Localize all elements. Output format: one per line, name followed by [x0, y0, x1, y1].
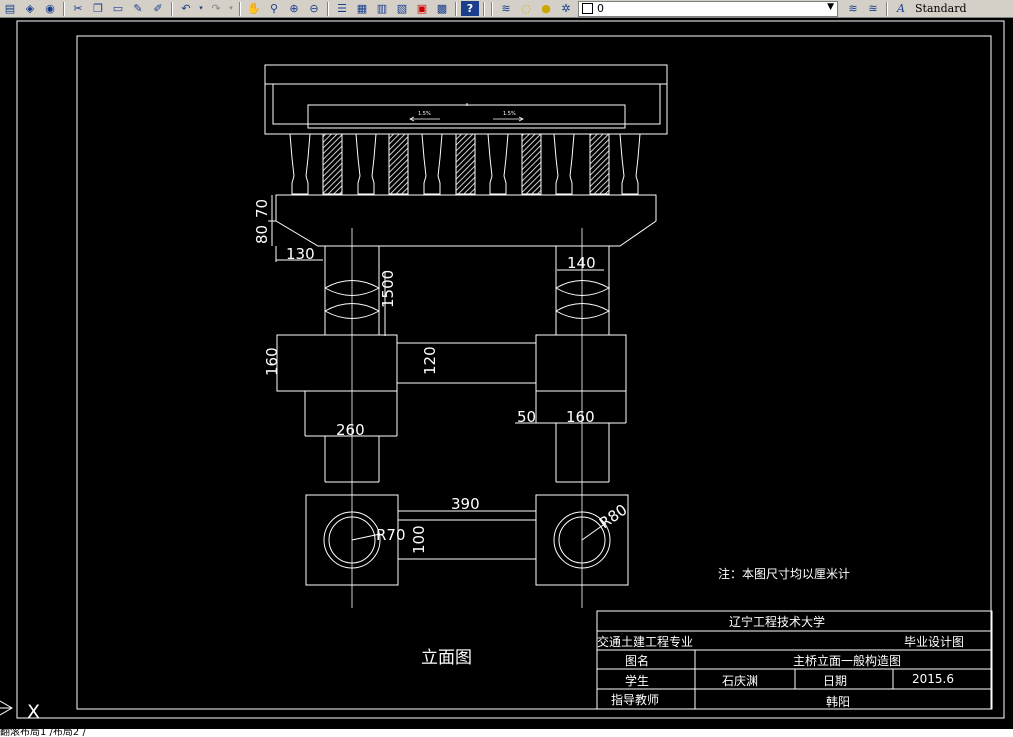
sheet-set-icon[interactable]: ▧ — [393, 1, 411, 16]
copy-icon[interactable]: ❐ — [89, 1, 107, 16]
dim-label-80: 80 — [253, 225, 271, 244]
cut-icon[interactable]: ✂ — [69, 1, 87, 16]
dim-label-160-right: 160 — [566, 408, 595, 426]
title-figure-label: 图名 — [625, 653, 649, 668]
match-properties-icon[interactable]: ✎ — [129, 1, 147, 16]
slope-label-left: 1.5% — [418, 111, 431, 117]
cap-beam — [275, 194, 657, 247]
dim-label-120: 120 — [421, 346, 439, 375]
layer-color-swatch — [582, 3, 593, 14]
tool-palettes-icon[interactable]: ▥ — [373, 1, 391, 16]
plot-icon[interactable]: ◉ — [41, 1, 59, 16]
toolbar-separator — [63, 1, 65, 16]
ucs-icon — [0, 700, 13, 716]
properties-icon[interactable]: ☰ — [333, 1, 351, 16]
help-icon[interactable]: ? — [461, 1, 479, 16]
title-design-type: 毕业设计图 — [904, 635, 964, 649]
dim-label-100: 100 — [410, 525, 428, 554]
ucs-axis-label: X — [27, 701, 40, 723]
toolbar-separator — [491, 1, 493, 16]
dim-label-1500: 1500 — [379, 270, 397, 308]
dim-label-70: 70 — [253, 199, 271, 218]
title-teacher-name: 韩阳 — [826, 694, 850, 709]
layout-tabs-text[interactable]: 翻滚布局1 /布局2 / — [0, 729, 86, 737]
standard-toolbar: ▤ ◈ ◉ ✂ ❐ ▭ ✎ ✐ ↶ ▾ ↷ ▾ ✋ ⚲ ⊕ ⊖ ☰ ▦ ▥ ▧ … — [0, 0, 1013, 18]
toolbar-separator — [886, 1, 888, 16]
open-icon[interactable]: ▤ — [1, 1, 19, 16]
drawing-canvas[interactable]: 1.5% 1.5% 70 80 130 140 1500 160 120 260… — [0, 18, 1013, 737]
paste-icon[interactable]: ▭ — [109, 1, 127, 16]
dim-label-50: 50 — [517, 408, 536, 426]
dim-label-160-left: 160 — [263, 347, 281, 376]
title-major: 交通土建工程专业 — [597, 634, 693, 649]
slope-arrows — [409, 116, 524, 122]
dropdown-arrow-icon[interactable]: ▾ — [197, 1, 205, 16]
toolbar-separator — [171, 1, 173, 16]
dim-label-260: 260 — [336, 421, 365, 439]
title-date-label: 日期 — [823, 674, 847, 688]
layer-previous-icon[interactable]: ≊ — [864, 1, 882, 16]
slope-label-right: 1.5% — [503, 111, 516, 117]
title-student-name: 石庆渊 — [722, 674, 758, 688]
redo-icon[interactable]: ↷ — [207, 1, 225, 16]
dim-label-390: 390 — [451, 495, 480, 513]
title-university: 辽宁工程技术大学 — [729, 614, 825, 629]
viewport-border — [16, 20, 1005, 719]
text-style-icon[interactable]: A — [892, 1, 910, 16]
layer-manager-icon[interactable]: ≋ — [497, 1, 515, 16]
deck-superstructure — [264, 64, 668, 135]
title-figure-name: 主桥立面一般构造图 — [793, 653, 901, 668]
undo-icon[interactable]: ↶ — [177, 1, 195, 16]
title-student-label: 学生 — [625, 673, 649, 688]
publish-icon[interactable]: ◈ — [21, 1, 39, 16]
freeze-icon[interactable]: ✲ — [557, 1, 575, 16]
brush-icon[interactable]: ✐ — [149, 1, 167, 16]
title-teacher-label: 指导教师 — [611, 692, 659, 707]
dim-label-140: 140 — [567, 254, 596, 272]
text-style-value[interactable]: Standard — [915, 2, 967, 15]
bulb-icon[interactable]: ◌ — [517, 1, 535, 16]
zoom-realtime-icon[interactable]: ⚲ — [265, 1, 283, 16]
calculator-icon[interactable]: ▩ — [433, 1, 451, 16]
pan-icon[interactable]: ✋ — [245, 1, 263, 16]
sun-icon[interactable]: ● — [537, 1, 555, 16]
view-title: 立面图 — [421, 648, 472, 668]
dropdown-arrow-icon[interactable]: ▾ — [227, 1, 235, 16]
toolbar-separator — [327, 1, 329, 16]
toolbar-separator — [455, 1, 457, 16]
make-current-layer-icon[interactable]: ≋ — [844, 1, 862, 16]
wet-joint-hatches — [322, 133, 610, 195]
layer-name: 0 — [597, 2, 604, 15]
markup-icon[interactable]: ▣ — [413, 1, 431, 16]
toolbar-separator — [239, 1, 241, 16]
dim-label-130: 130 — [286, 245, 315, 263]
zoom-window-icon[interactable]: ⊕ — [285, 1, 303, 16]
layout-tabs-bar[interactable]: 翻滚布局1 /布局2 / — [0, 729, 1013, 737]
toolbar-separator — [483, 1, 485, 16]
layer-dropdown[interactable]: 0 ▼ — [578, 0, 838, 17]
radius-label-r70: R70 — [376, 526, 406, 544]
chevron-down-icon[interactable]: ▼ — [827, 2, 834, 12]
design-center-icon[interactable]: ▦ — [353, 1, 371, 16]
zoom-previous-icon[interactable]: ⊖ — [305, 1, 323, 16]
drawing-note: 注：本图尺寸均以厘米计 — [718, 566, 850, 581]
title-date-value: 2015.6 — [912, 672, 954, 686]
